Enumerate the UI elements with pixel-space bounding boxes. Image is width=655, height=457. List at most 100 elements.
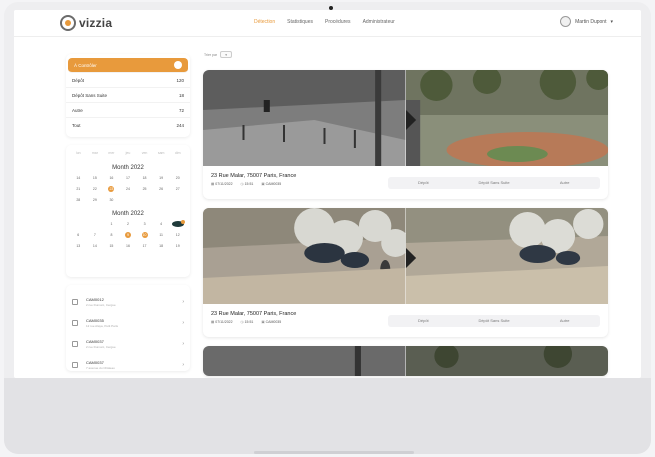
calendar-day[interactable]: 27 — [169, 186, 186, 192]
camera-name: CAM0035 — [86, 317, 104, 323]
chevron-right-icon[interactable]: › — [182, 320, 184, 326]
camera-checkbox[interactable] — [72, 361, 78, 368]
calendar-day[interactable]: 3 — [136, 221, 153, 227]
calendar-day — [120, 197, 137, 203]
calendar-day[interactable]: 20 — [169, 175, 186, 181]
weekday-label: mar — [91, 151, 98, 155]
filter-autre[interactable]: Autre 72 — [66, 103, 190, 118]
camera-address: 2 rue Dumont, Cergue — [86, 302, 116, 307]
filter-tout[interactable]: Tout 244 — [66, 118, 190, 133]
event-image-after[interactable] — [405, 346, 608, 376]
calendar-day[interactable]: 6 — [70, 232, 87, 238]
chevron-right-icon[interactable]: › — [182, 362, 184, 368]
top-navigation-bar: vizzia Détection Statistiques Procédures… — [14, 10, 641, 37]
calendar-day[interactable]: 4 — [153, 221, 170, 227]
event-date-value: 07/11/2022 — [215, 182, 233, 186]
event-image-after[interactable] — [405, 208, 608, 304]
nav-item-administrateur[interactable]: Administrateur — [363, 19, 395, 25]
calendar-day[interactable]: 13 — [70, 243, 87, 249]
action-autre-button[interactable]: Autre — [529, 177, 600, 189]
calendar-day[interactable]: 18 — [153, 243, 170, 249]
nav-item-detection[interactable]: Détection — [254, 19, 275, 25]
calendar-day[interactable]: 30 — [103, 197, 120, 203]
filter-count: 244 — [176, 123, 184, 128]
event-image-before[interactable] — [203, 346, 406, 376]
calendar-day[interactable]: 15 — [87, 175, 104, 181]
event-card — [203, 346, 608, 376]
nav-item-statistiques[interactable]: Statistiques — [287, 19, 313, 25]
monitor-stand-slot — [254, 451, 414, 454]
camera-name: CAM0037 — [86, 359, 104, 365]
calendar-day[interactable]: 22 — [87, 186, 104, 192]
calendar-day[interactable]: 1 — [103, 221, 120, 227]
calendar-day[interactable]: 19 — [153, 175, 170, 181]
weekday-label: mer — [108, 151, 115, 155]
calendar-day[interactable]: 11 — [153, 232, 170, 238]
calendar-day — [87, 221, 104, 227]
calendar-day[interactable]: 14 — [87, 243, 104, 249]
weekday-label: jeu — [125, 151, 131, 155]
filter-a-controler[interactable]: À Contrôler — [68, 58, 188, 73]
calendar-day[interactable]: 25 — [136, 186, 153, 192]
calendar-day — [169, 197, 186, 203]
action-depot-sans-suite-button[interactable]: Dépôt Sans Suite — [459, 177, 530, 189]
camera-item[interactable]: CAM0035 12 rue Alaya, Petit Paris › — [72, 312, 184, 333]
nav-item-procedures[interactable]: Procédures — [325, 19, 351, 25]
chevron-right-icon[interactable]: › — [182, 341, 184, 347]
event-image-after[interactable] — [405, 70, 608, 166]
calendar-day[interactable]: 23 — [103, 186, 120, 192]
event-date: ▦ 07/11/2022 — [211, 320, 233, 324]
filter-depot-sans-suite[interactable]: Dépôt Sans Suite 18 — [66, 88, 190, 103]
calendar-day[interactable]: 14 — [70, 175, 87, 181]
action-autre-button[interactable]: Autre — [529, 315, 600, 327]
calendar-day[interactable]: 9 — [120, 232, 137, 238]
calendar-day[interactable]: 24 — [120, 186, 137, 192]
filter-label: Autre — [72, 107, 83, 113]
filter-label: Dépôt Sans Suite — [72, 92, 108, 98]
calendar-month-title: Month 2022 — [112, 211, 144, 217]
calendar-month-title: Month 2022 — [112, 165, 144, 171]
calendar: lun mar mer jeu ven sam dim Month 2022 1… — [66, 145, 190, 277]
user-menu[interactable]: Martin Dupont ▾ — [560, 16, 613, 27]
calendar-day[interactable]: 18 — [136, 175, 153, 181]
calendar-grid: 1 2 3 4 6 7 8 9 10 11 12 13 14 15 16 17 18 19 — [70, 220, 186, 249]
app-logo[interactable]: vizzia — [60, 15, 112, 31]
calendar-day-selected[interactable] — [169, 220, 186, 227]
calendar-day[interactable]: 26 — [153, 186, 170, 192]
calendar-day[interactable]: 8 — [103, 232, 120, 238]
calendar-day[interactable]: 16 — [103, 175, 120, 181]
calendar-day[interactable]: 2 — [120, 221, 137, 227]
filter-depot[interactable]: Dépôt 120 — [66, 73, 190, 88]
calendar-day[interactable]: 19 — [169, 243, 186, 249]
calendar-day[interactable]: 16 — [120, 243, 137, 249]
camera-list: CAM0012 2 rue Dumont, Cergue › CAM0035 1… — [66, 285, 190, 371]
calendar-day[interactable]: 17 — [136, 243, 153, 249]
action-depot-button[interactable]: Dépôt — [388, 177, 459, 189]
sort-select[interactable]: ▾ — [220, 51, 233, 58]
avatar — [560, 16, 572, 27]
filter-count: 72 — [178, 107, 184, 113]
filter-label: Dépôt — [72, 77, 85, 83]
calendar-day[interactable]: 12 — [169, 232, 186, 238]
camera-item[interactable]: CAM0037 2 rue Dumont, Cergue › — [72, 333, 184, 354]
calendar-day[interactable]: 17 — [120, 175, 137, 181]
sort-label: Trier par — [204, 52, 218, 57]
camera-checkbox[interactable] — [72, 340, 78, 347]
calendar-day[interactable]: 21 — [70, 186, 87, 192]
calendar-day[interactable]: 29 — [87, 197, 104, 203]
calendar-day[interactable]: 15 — [103, 243, 120, 249]
calendar-day[interactable]: 10 — [136, 232, 153, 238]
event-card: 23 Rue Malar, 75007 Paris, France ▦ 07/1… — [203, 208, 608, 337]
event-image-before[interactable] — [203, 70, 406, 166]
event-card: 23 Rue Malar, 75007 Paris, France ▦ 07/1… — [203, 70, 608, 199]
camera-item[interactable]: CAM0012 2 rue Dumont, Cergue › — [72, 291, 184, 312]
camera-checkbox[interactable] — [72, 298, 78, 305]
action-depot-button[interactable]: Dépôt — [388, 315, 459, 327]
calendar-day[interactable]: 7 — [87, 232, 104, 238]
chevron-right-icon[interactable]: › — [182, 299, 184, 305]
event-image-before[interactable] — [203, 208, 406, 304]
camera-checkbox[interactable] — [72, 319, 78, 326]
calendar-day[interactable]: 28 — [70, 197, 87, 203]
action-depot-sans-suite-button[interactable]: Dépôt Sans Suite — [459, 315, 530, 327]
camera-item[interactable]: CAM0037 7 avenue du Château › — [72, 354, 184, 375]
